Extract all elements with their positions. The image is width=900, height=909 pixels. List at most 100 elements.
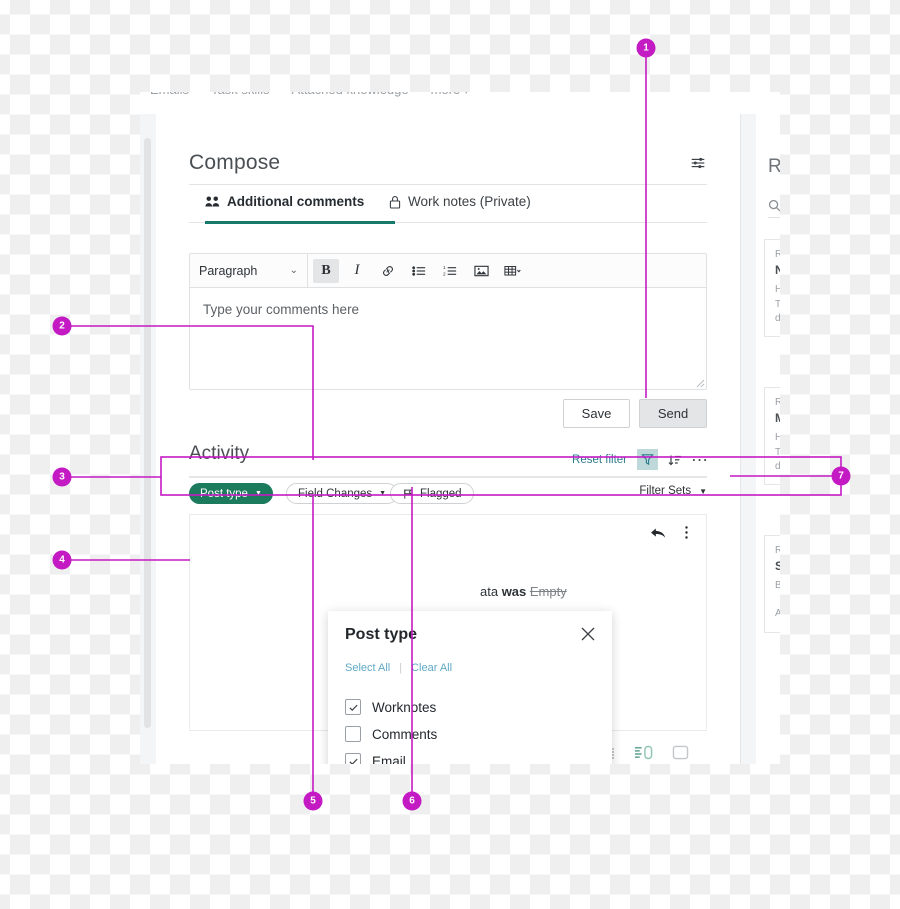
save-button[interactable]: Save (563, 399, 630, 428)
resolution-card[interactable]: Re Mi Hi Th de (764, 387, 780, 485)
activity-more-button[interactable] (692, 457, 707, 463)
page-title: Compose (189, 151, 281, 174)
bulleted-list-icon (411, 265, 425, 276)
record-tab-label: more (431, 92, 461, 97)
app-body: Compose Additional comments Work notes (… (140, 114, 780, 764)
tab-additional-comments[interactable]: Additional comments (205, 194, 395, 224)
resolution-search[interactable]: S (768, 199, 780, 218)
page-scrollbar[interactable] (144, 138, 151, 728)
tab-label: Work notes (Private) (408, 194, 531, 209)
record-tab-task-skills[interactable]: Task skills (211, 92, 292, 97)
compose-divider (189, 184, 707, 185)
compose-tabs: Additional comments Work notes (Private) (189, 194, 707, 224)
post-type-panel-title: Post type (345, 626, 418, 643)
chip-field-changes[interactable]: Field Changes ▼ (286, 483, 399, 504)
filter-toggle-button[interactable] (637, 449, 658, 470)
ellipsis-icon (692, 458, 707, 461)
resolution-card-line: Be (775, 580, 780, 591)
kebab-icon[interactable] (684, 525, 689, 540)
resize-handle[interactable] (693, 376, 705, 388)
paragraph-style-select[interactable]: Paragraph ⌄ (190, 254, 308, 287)
post-type-panel: Post type Select All | Clear All Worknot… (328, 611, 612, 764)
check-icon (348, 704, 358, 711)
resolution-card[interactable]: Re Ne Hi Th de (764, 239, 780, 337)
link-separator: | (399, 662, 403, 674)
lock-icon (389, 195, 401, 209)
funnel-icon (641, 454, 654, 466)
post-type-option-email[interactable]: Email (345, 753, 440, 764)
resolution-card-heading: Ne (775, 263, 780, 277)
resolution-card-kicker: Re (775, 249, 780, 260)
numbered-list-button[interactable]: 1 2 (437, 259, 463, 283)
chevron-down-icon: ▼ (699, 486, 707, 496)
image-button[interactable] (468, 259, 494, 283)
compact-view-icon[interactable] (634, 745, 653, 760)
table-button[interactable] (499, 259, 525, 283)
numbered-list-icon: 1 2 (443, 265, 456, 276)
callout-badge-7: 7 (831, 466, 851, 486)
resolution-card-kicker: Re (775, 397, 780, 408)
post-type-option-label: Email (372, 753, 406, 765)
link-button[interactable] (375, 259, 401, 283)
comment-editor: Paragraph ⌄ B I 1 2 Type your comments h… (189, 253, 707, 390)
italic-button[interactable]: I (344, 259, 370, 283)
post-type-bulk-actions: Select All | Clear All (345, 662, 452, 674)
editor-toolbar: Paragraph ⌄ B I 1 2 (190, 254, 706, 288)
post-type-option-comments[interactable]: Comments (345, 726, 440, 742)
bold-button[interactable]: B (313, 258, 339, 283)
entry-bold: was (501, 584, 530, 599)
compose-header: Compose (189, 151, 707, 175)
select-all-link[interactable]: Select All (345, 662, 390, 674)
resolution-card-line: Hi (775, 284, 780, 295)
record-tabs: Emails Task skills Attached knowledge mo… (148, 92, 490, 97)
sort-button[interactable] (668, 453, 682, 467)
resolution-panel-title: Res (768, 156, 780, 177)
italic-icon: I (354, 262, 360, 278)
resolution-card[interactable]: Re Si Be Ail (764, 535, 780, 633)
card-view-icon[interactable] (672, 745, 689, 760)
post-type-option-worknotes[interactable]: Worknotes (345, 699, 440, 715)
entry-prefix: ata (480, 584, 502, 599)
checkbox-email[interactable] (345, 753, 361, 764)
activity-card: Compose Additional comments Work notes (… (156, 114, 780, 764)
activity-divider (189, 476, 707, 478)
checkbox-worknotes[interactable] (345, 699, 361, 715)
chip-post-type[interactable]: Post type ▼ (189, 483, 273, 504)
chevron-down-icon: ▾ (464, 92, 468, 96)
chevron-down-icon: ⌄ (289, 265, 298, 276)
callout-badge-4: 4 (52, 550, 72, 570)
record-tab-attached-knowledge[interactable]: Attached knowledge (292, 92, 431, 97)
resolution-card-line: de (775, 461, 780, 472)
resolution-card-heading: Si (775, 559, 780, 573)
tab-active-indicator (205, 221, 395, 224)
callout-badge-1: 1 (636, 38, 656, 58)
activity-entry-1: ata was Empty (480, 584, 567, 599)
resolution-card-line: Hi (775, 432, 780, 443)
checkbox-comments[interactable] (345, 726, 361, 742)
bulleted-list-button[interactable] (406, 259, 432, 283)
comment-input-placeholder[interactable]: Type your comments here (190, 288, 706, 317)
record-tab-label: Emails (150, 92, 189, 97)
chip-flagged[interactable]: Flagged (390, 483, 474, 504)
reply-icon[interactable] (650, 526, 666, 540)
compose-actions: Save Send (563, 399, 707, 428)
svg-text:1: 1 (443, 265, 446, 270)
sliders-icon[interactable] (689, 154, 707, 172)
send-button[interactable]: Send (639, 399, 707, 428)
resolution-card-heading: Mi (775, 411, 780, 425)
tab-work-notes[interactable]: Work notes (Private) (389, 194, 531, 209)
filter-sets-dropdown[interactable]: Filter Sets ▼ (639, 485, 707, 497)
clear-all-link[interactable]: Clear All (411, 662, 452, 674)
sort-icon (668, 455, 681, 465)
record-tab-emails[interactable]: Emails (148, 92, 211, 97)
bold-icon: B (321, 262, 331, 278)
resolution-card-kicker: Re (775, 545, 780, 556)
close-icon[interactable] (579, 625, 597, 643)
resolution-card-line: Ail (775, 607, 780, 619)
reset-filter-link[interactable]: Reset filter (572, 454, 627, 466)
activity-header: Activity Reset filter (189, 443, 707, 471)
post-type-option-label: Comments (372, 726, 438, 742)
record-tab-more[interactable]: more▾ (431, 92, 491, 97)
app-screenshot: Emails Task skills Attached knowledge mo… (140, 92, 780, 764)
chip-label: Flagged (420, 487, 462, 500)
